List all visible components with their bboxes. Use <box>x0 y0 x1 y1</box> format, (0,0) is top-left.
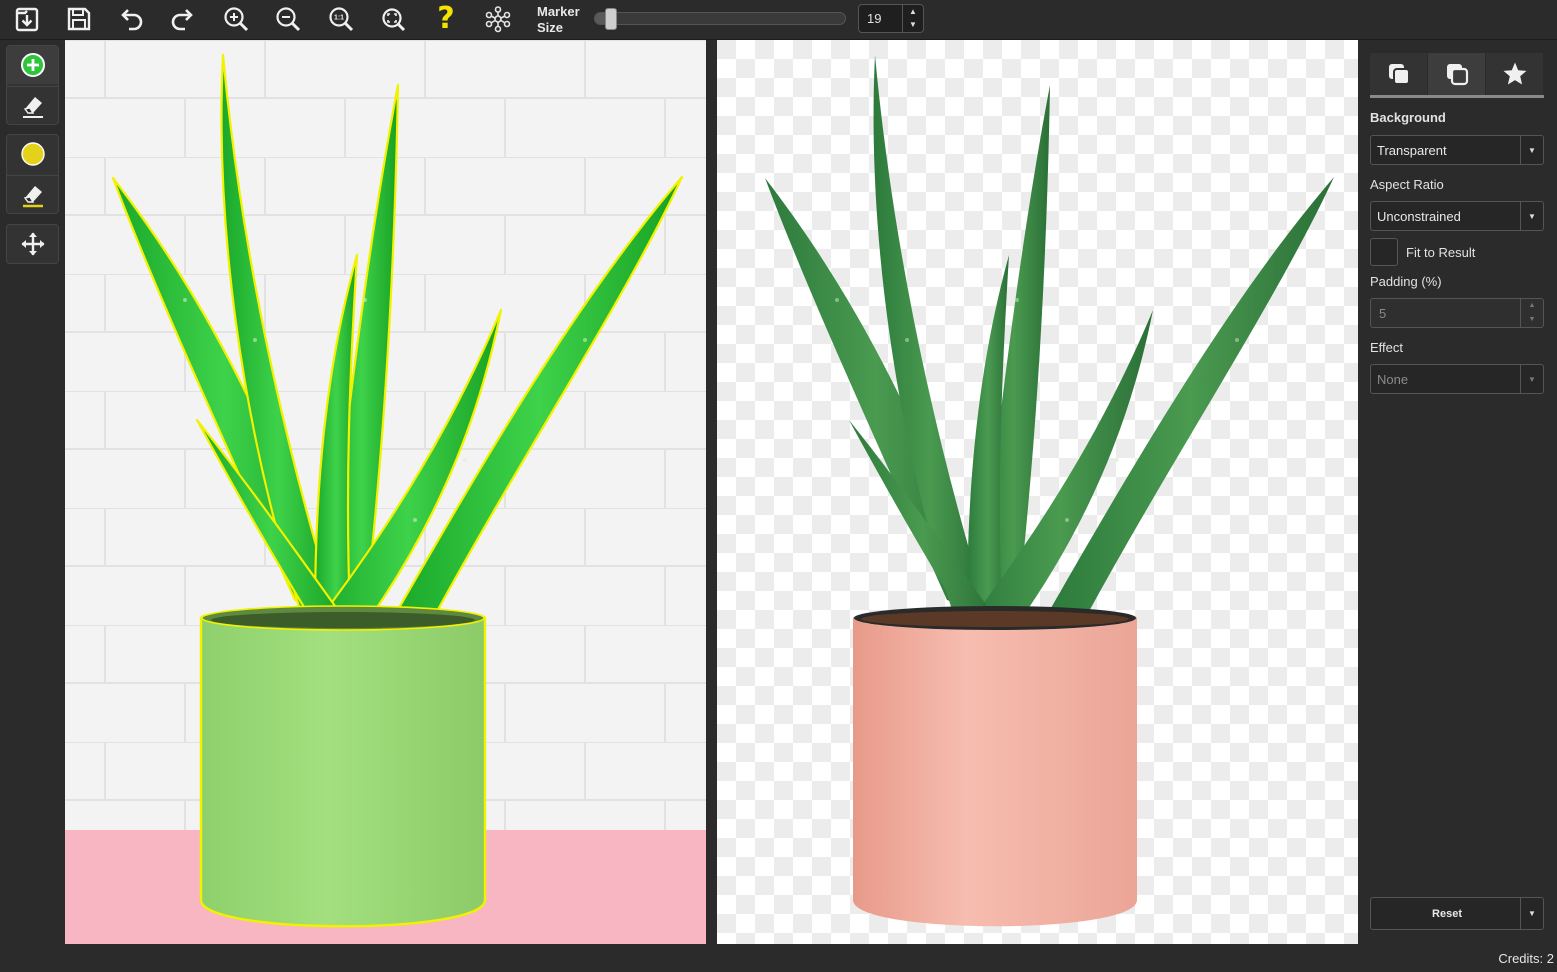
marker-size-stepper[interactable]: ▲ ▼ <box>902 5 923 32</box>
chevron-down-icon: ▼ <box>1520 202 1543 230</box>
background-icon <box>1446 64 1468 86</box>
tab-effects[interactable] <box>1486 53 1544 95</box>
result-aloe-cutout <box>717 40 1358 944</box>
main-toolbar: 1:1 ? Marker Size 19 ▲ ▼ <box>0 0 1557 40</box>
zoom-1-1-text: 1:1 <box>334 15 344 22</box>
open-image-button[interactable] <box>10 3 44 35</box>
undo-button[interactable] <box>114 3 148 35</box>
save-icon <box>67 7 91 31</box>
redo-button[interactable] <box>166 3 200 35</box>
marker-size-slider[interactable] <box>594 8 846 30</box>
zoom-in-button[interactable] <box>219 3 253 35</box>
effect-label: Effect <box>1370 340 1404 355</box>
aspect-ratio-select-value: Unconstrained <box>1377 209 1461 224</box>
zoom-in-icon <box>224 7 249 32</box>
padding-value: 5 <box>1379 306 1387 321</box>
reset-button[interactable]: Reset ▼ <box>1370 897 1544 930</box>
pan-tool-group <box>6 224 59 264</box>
settings-panel: Background Transparent ▼ Aspect Ratio Un… <box>1370 40 1544 940</box>
original-image-canvas[interactable] <box>65 40 706 944</box>
eraser-yellow-icon <box>22 186 43 208</box>
background-select-value: Transparent <box>1377 143 1447 158</box>
reset-label: Reset <box>1432 908 1462 920</box>
chevron-down-icon: ▼ <box>1520 136 1543 164</box>
network-button[interactable] <box>481 3 515 35</box>
undo-icon <box>121 9 143 31</box>
padding-input[interactable]: 5 ▲ ▼ <box>1370 298 1544 328</box>
star-icon <box>1503 62 1526 85</box>
credits-status: Credits: 2 <box>1498 951 1554 966</box>
effect-select-value: None <box>1377 372 1409 387</box>
foreground-eraser-tool[interactable] <box>7 86 58 125</box>
zoom-fit-icon <box>382 8 406 32</box>
tab-foreground[interactable] <box>1370 53 1428 95</box>
panel-tabs <box>1370 53 1544 98</box>
chevron-down-icon[interactable]: ▼ <box>903 18 923 31</box>
original-aloe-photo <box>65 40 706 944</box>
tab-background[interactable] <box>1428 53 1486 95</box>
edge-eraser-tool[interactable] <box>7 175 58 214</box>
reset-dropdown-chevron-icon[interactable]: ▼ <box>1520 898 1543 929</box>
add-circle-icon <box>20 53 45 77</box>
chevron-up-icon[interactable]: ▲ <box>1521 299 1543 313</box>
zoom-1-1-icon: 1:1 <box>329 7 354 32</box>
left-toolbox <box>0 40 64 972</box>
pan-tool[interactable] <box>7 225 58 263</box>
chevron-down-icon: ▼ <box>1520 365 1543 393</box>
move-arrows-icon <box>21 232 44 256</box>
zoom-actual-button[interactable]: 1:1 <box>324 3 358 35</box>
aspect-ratio-select[interactable]: Unconstrained ▼ <box>1370 201 1544 231</box>
background-label: Background <box>1370 110 1446 125</box>
padding-label: Padding (%) <box>1370 274 1442 289</box>
effect-select[interactable]: None ▼ <box>1370 364 1544 394</box>
chevron-up-icon[interactable]: ▲ <box>903 5 923 18</box>
foreground-icon <box>1388 64 1410 85</box>
eraser-icon <box>22 97 43 118</box>
edge-marker-tool[interactable] <box>7 135 58 173</box>
zoom-fit-button[interactable] <box>376 3 410 35</box>
marker-size-spinbox[interactable]: 19 ▲ ▼ <box>858 4 924 33</box>
redo-icon <box>171 9 193 31</box>
yellow-circle-icon <box>20 142 45 166</box>
result-image-canvas[interactable] <box>717 40 1358 944</box>
edge-tool-group <box>6 134 59 214</box>
chevron-down-icon[interactable]: ▼ <box>1521 313 1543 327</box>
marker-size-slider-thumb[interactable] <box>605 8 617 30</box>
zoom-out-icon <box>276 7 301 32</box>
marker-size-value: 19 <box>867 11 882 26</box>
fit-to-result-checkbox[interactable] <box>1370 238 1398 266</box>
save-button[interactable] <box>62 3 96 35</box>
help-question-icon: ? <box>437 1 455 36</box>
padding-stepper[interactable]: ▲ ▼ <box>1520 299 1543 327</box>
network-icon <box>485 6 511 33</box>
help-button[interactable]: ? <box>429 3 463 35</box>
background-select[interactable]: Transparent ▼ <box>1370 135 1544 165</box>
fit-to-result-label: Fit to Result <box>1406 245 1476 260</box>
zoom-out-button[interactable] <box>271 3 305 35</box>
aspect-ratio-label: Aspect Ratio <box>1370 177 1444 192</box>
marker-size-label: Marker Size <box>537 4 580 35</box>
foreground-tool-group <box>6 45 59 125</box>
foreground-marker-tool[interactable] <box>7 46 58 84</box>
open-image-icon <box>15 7 39 32</box>
